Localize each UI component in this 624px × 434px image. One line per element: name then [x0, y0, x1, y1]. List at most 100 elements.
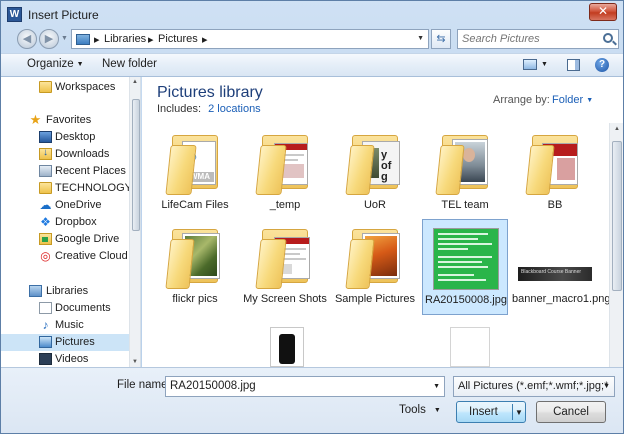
- forward-arrow-icon: ▶: [44, 33, 54, 45]
- nav-item-dropbox[interactable]: ❖ Dropbox: [1, 214, 129, 231]
- help-icon[interactable]: ?: [595, 58, 609, 72]
- file-name: My Screen Shots: [243, 293, 327, 305]
- breadcrumb-separator-icon[interactable]: ▸: [94, 33, 100, 46]
- refresh-icon: ⇆: [436, 33, 446, 45]
- file-list-scrollbar[interactable]: ▲: [609, 123, 623, 367]
- refresh-button[interactable]: ⇆: [431, 29, 451, 49]
- downloads-icon: [39, 147, 52, 160]
- file-type-value: All Pictures (*.emf;*.wmf;*.jpg;*: [458, 380, 609, 392]
- file-item-banner-macro1-png[interactable]: Blackboard Course Banner banner_macro1.p…: [512, 219, 610, 315]
- nav-item-label: Music: [55, 319, 84, 331]
- file-type-dropdown-icon[interactable]: ▼: [603, 383, 610, 390]
- organize-label: Organize: [27, 58, 74, 70]
- cancel-button[interactable]: Cancel: [536, 401, 606, 423]
- recent-locations-dropdown[interactable]: ▼: [61, 35, 68, 42]
- file-item-sample-pictures[interactable]: Sample Pictures: [332, 219, 418, 315]
- scroll-up-icon[interactable]: ▲: [614, 126, 620, 132]
- folder-icon: [160, 223, 230, 289]
- breadcrumb-pictures[interactable]: Pictures: [158, 33, 198, 45]
- insert-button[interactable]: Insert ▼: [456, 401, 526, 423]
- partial-file-thumbnail[interactable]: [450, 327, 490, 367]
- star-icon: ★: [29, 112, 42, 127]
- file-name: LifeCam Files: [161, 199, 229, 211]
- file-name: _temp: [269, 199, 301, 211]
- nav-item-label: Downloads: [55, 148, 110, 160]
- nav-item-label: Workspaces: [55, 81, 116, 93]
- insert-options-dropdown-icon[interactable]: ▼: [515, 408, 523, 417]
- nav-item-creative-cloud[interactable]: ◎ Creative Cloud Fi: [1, 248, 129, 265]
- nav-item-onedrive[interactable]: ☁ OneDrive: [1, 197, 129, 214]
- nav-item-label: TECHNOLOGY EI: [55, 182, 129, 194]
- image-thumbnail: Blackboard Course Banner: [518, 223, 592, 289]
- breadcrumb-separator-icon[interactable]: ▸: [202, 33, 208, 46]
- folder-icon: [39, 81, 52, 93]
- search-box[interactable]: [457, 29, 619, 49]
- partial-file-thumbnail[interactable]: [270, 327, 304, 367]
- file-type-filter[interactable]: All Pictures (*.emf;*.wmf;*.jpg;* ▼: [453, 376, 615, 397]
- onedrive-icon: ☁: [39, 198, 52, 212]
- insert-picture-dialog: W Insert Picture ✕ ◀ ▶ ▼ ▸ Libraries ▸ P…: [0, 0, 624, 434]
- nav-item-music[interactable]: ♪ Music: [1, 317, 129, 334]
- file-item-tel-team[interactable]: TEL team: [422, 125, 508, 221]
- tools-button[interactable]: Tools ▼: [399, 404, 441, 416]
- change-view-icon[interactable]: [523, 59, 537, 70]
- file-name-value[interactable]: RA20150008.jpg: [170, 380, 256, 392]
- nav-item-label: Videos: [55, 353, 89, 365]
- new-folder-button[interactable]: New folder: [102, 58, 157, 70]
- nav-item-pictures[interactable]: Pictures: [1, 334, 129, 351]
- includes-label: Includes:: [157, 103, 202, 115]
- search-icon[interactable]: [603, 33, 613, 43]
- nav-item-label: Recent Places: [55, 165, 126, 177]
- nav-item-libraries[interactable]: Libraries: [1, 283, 129, 300]
- insert-label: Insert: [469, 406, 498, 418]
- nav-item-downloads[interactable]: Downloads: [1, 146, 129, 163]
- nav-item-label: Libraries: [46, 285, 89, 297]
- close-button[interactable]: ✕: [589, 3, 617, 21]
- address-row: ◀ ▶ ▼ ▸ Libraries ▸ Pictures ▸ ▼ ⇆: [1, 27, 623, 51]
- address-bar[interactable]: ▸ Libraries ▸ Pictures ▸ ▼: [71, 29, 429, 49]
- forward-button[interactable]: ▶: [39, 29, 59, 49]
- preview-pane-icon[interactable]: [567, 59, 580, 71]
- file-name: UoR: [363, 199, 386, 211]
- breadcrumb-separator-icon[interactable]: ▸: [148, 33, 154, 46]
- file-item-my-screen-shots[interactable]: My Screen Shots: [242, 219, 328, 315]
- nav-item-favorites[interactable]: ★ Favorites: [1, 112, 129, 129]
- file-item-temp[interactable]: _temp: [242, 125, 328, 221]
- pictures-icon: [39, 336, 52, 348]
- back-arrow-icon: ◀: [22, 33, 32, 45]
- file-name-input[interactable]: RA20150008.jpg ▼: [165, 376, 445, 397]
- nav-item-videos[interactable]: Videos: [1, 351, 129, 367]
- nav-item-recent-places[interactable]: Recent Places: [1, 163, 129, 180]
- scroll-down-icon[interactable]: ▼: [132, 359, 138, 365]
- file-name: RA20150008.jpg: [425, 294, 507, 306]
- nav-pane-scrollbar[interactable]: ▲ ▼: [129, 77, 140, 367]
- music-icon: ♪: [42, 318, 49, 332]
- breadcrumb-libraries[interactable]: Libraries: [104, 33, 146, 45]
- file-name-dropdown-icon[interactable]: ▼: [433, 383, 440, 390]
- file-item-uor[interactable]: y of g UoR: [332, 125, 418, 221]
- file-item-flickr-pics[interactable]: flickr pics: [152, 219, 238, 315]
- nav-item-technology[interactable]: TECHNOLOGY EI: [1, 180, 129, 197]
- arrange-by-dropdown[interactable]: Folder ▼: [552, 94, 593, 106]
- nav-item-documents[interactable]: Documents: [1, 300, 129, 317]
- file-item-lifecam-files[interactable]: ♪ WMA LifeCam Files: [152, 125, 238, 221]
- file-item-bb[interactable]: BB: [512, 125, 598, 221]
- search-input[interactable]: [462, 32, 598, 46]
- view-options-dropdown-icon[interactable]: ▼: [541, 61, 548, 68]
- nav-item-desktop[interactable]: Desktop: [1, 129, 129, 146]
- recent-places-icon: [39, 165, 52, 177]
- nav-item-workspaces[interactable]: Workspaces: [1, 79, 129, 96]
- file-item-ra20150008-jpg[interactable]: RA20150008.jpg: [422, 219, 508, 315]
- file-list-pane: Pictures library Includes: 2 locations A…: [142, 77, 623, 367]
- scroll-up-icon[interactable]: ▲: [132, 79, 138, 85]
- organize-button[interactable]: Organize ▼: [27, 58, 84, 70]
- nav-item-label: Dropbox: [55, 216, 97, 228]
- library-icon: [29, 285, 42, 297]
- locations-link[interactable]: 2 locations: [208, 103, 261, 115]
- nav-item-google-drive[interactable]: Google Drive: [1, 231, 129, 248]
- nav-item-label: Creative Cloud Fi: [55, 250, 129, 262]
- scrollbar-thumb[interactable]: [132, 99, 140, 231]
- scrollbar-thumb[interactable]: [612, 141, 622, 291]
- back-button[interactable]: ◀: [17, 29, 37, 49]
- address-dropdown-icon[interactable]: ▼: [417, 35, 424, 42]
